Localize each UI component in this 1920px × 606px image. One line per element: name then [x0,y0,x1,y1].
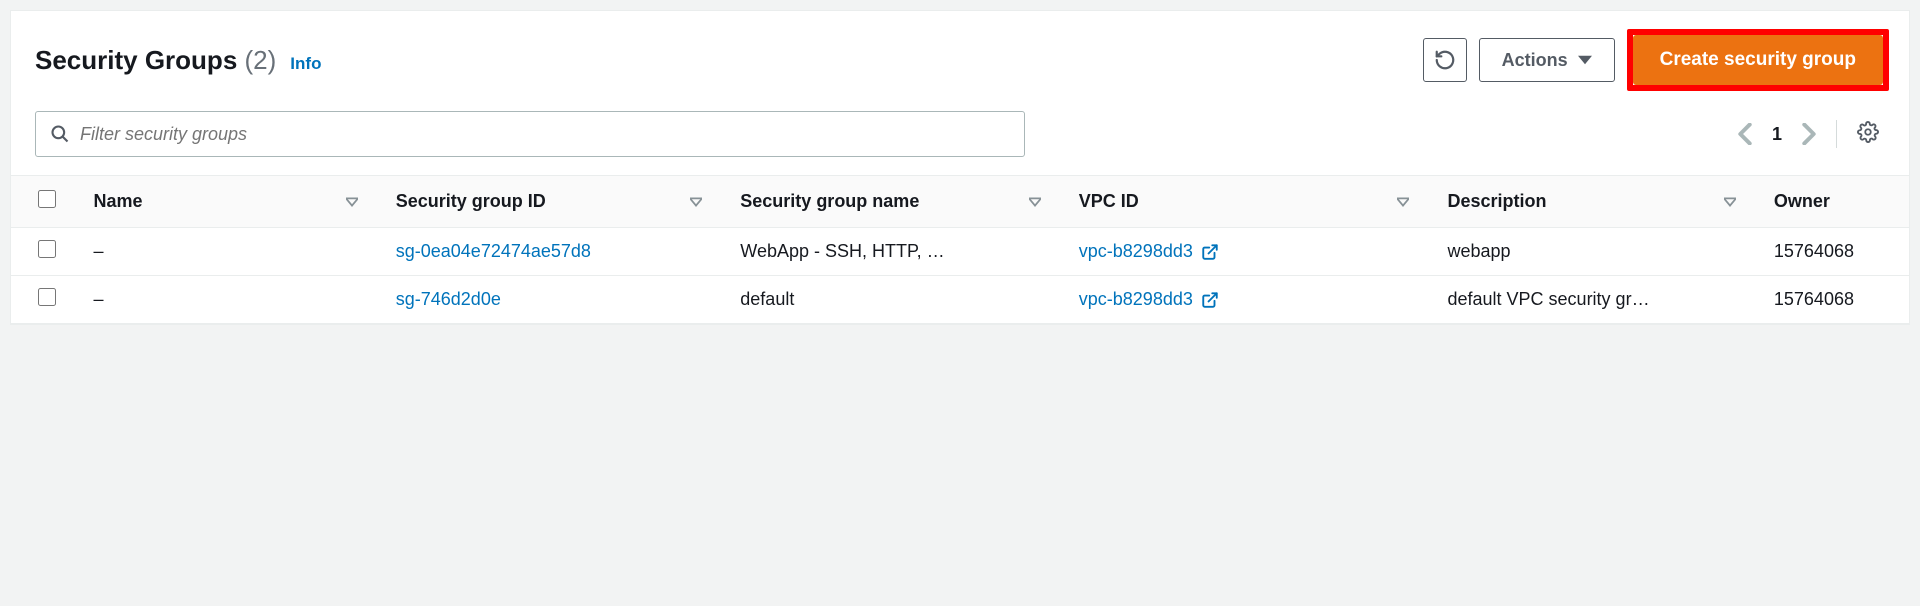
refresh-icon [1434,49,1456,71]
row-select-cell [11,228,84,276]
page-title: Security Groups (2) [35,45,276,76]
cell-name: – [84,276,386,324]
col-header-vpc[interactable]: VPC ID [1069,176,1438,228]
security-groups-table: Name Security group ID Security group na… [11,175,1909,324]
select-all-header [11,176,84,228]
row-checkbox[interactable] [38,240,56,258]
col-label: Owner [1774,191,1830,211]
cell-sgname: default [730,276,1068,324]
vpc-id-link[interactable]: vpc-b8298dd3 [1079,241,1193,262]
info-link[interactable]: Info [290,54,321,74]
cell-owner: 15764068 [1764,276,1909,324]
cell-sgid: sg-746d2d0e [386,276,731,324]
refresh-button[interactable] [1423,38,1467,82]
cell-vpc: vpc-b8298dd3 [1069,276,1438,324]
table-row[interactable]: – sg-0ea04e72474ae57d8 WebApp - SSH, HTT… [11,228,1909,276]
title-block: Security Groups (2) Info [35,45,321,76]
page-number: 1 [1772,124,1782,145]
col-header-desc[interactable]: Description [1437,176,1763,228]
select-all-checkbox[interactable] [38,190,56,208]
table-header-row: Name Security group ID Security group na… [11,176,1909,228]
header-actions: Actions Create security group [1423,29,1889,91]
cell-desc: webapp [1437,228,1763,276]
cell-sgid: sg-0ea04e72474ae57d8 [386,228,731,276]
next-page-button[interactable] [1802,123,1816,145]
sort-icon [1397,196,1409,208]
vpc-id-link[interactable]: vpc-b8298dd3 [1079,289,1193,310]
search-input[interactable] [80,124,1010,145]
search-box[interactable] [35,111,1025,157]
item-count: (2) [245,45,277,75]
sort-icon [690,196,702,208]
pager: 1 [1738,123,1816,145]
divider [1836,120,1837,148]
col-header-sgname[interactable]: Security group name [730,176,1068,228]
cell-sgname: WebApp - SSH, HTTP, … [730,228,1068,276]
cell-owner: 15764068 [1764,228,1909,276]
title-text: Security Groups [35,45,237,75]
actions-label: Actions [1502,50,1568,71]
actions-button[interactable]: Actions [1479,38,1615,82]
col-label: Security group name [740,191,919,212]
pager-area: 1 [1738,120,1885,148]
gear-icon [1857,121,1879,143]
cell-name: – [84,228,386,276]
search-icon [50,124,70,144]
sort-icon [1029,196,1041,208]
table-row[interactable]: – sg-746d2d0e default vpc-b8298dd3 defau… [11,276,1909,324]
sort-icon [346,196,358,208]
row-checkbox[interactable] [38,288,56,306]
filter-row: 1 [11,105,1909,175]
panel-header: Security Groups (2) Info Actions Create … [11,11,1909,105]
col-header-owner[interactable]: Owner [1764,176,1909,228]
cell-desc: default VPC security gr… [1437,276,1763,324]
cell-vpc: vpc-b8298dd3 [1069,228,1438,276]
col-header-sgid[interactable]: Security group ID [386,176,731,228]
security-group-id-link[interactable]: sg-746d2d0e [396,289,501,309]
col-header-name[interactable]: Name [84,176,386,228]
settings-button[interactable] [1857,121,1879,148]
col-label: Name [94,191,143,212]
external-link-icon [1201,243,1219,261]
col-label: VPC ID [1079,191,1139,212]
external-link-icon [1201,291,1219,309]
row-select-cell [11,276,84,324]
security-group-id-link[interactable]: sg-0ea04e72474ae57d8 [396,241,591,261]
caret-down-icon [1578,53,1592,67]
create-button-highlight: Create security group [1627,29,1889,91]
prev-page-button[interactable] [1738,123,1752,145]
security-groups-panel: Security Groups (2) Info Actions Create … [10,10,1910,325]
col-label: Security group ID [396,191,546,212]
sort-icon [1724,196,1736,208]
col-label: Description [1447,191,1546,212]
create-security-group-button[interactable]: Create security group [1633,35,1883,85]
